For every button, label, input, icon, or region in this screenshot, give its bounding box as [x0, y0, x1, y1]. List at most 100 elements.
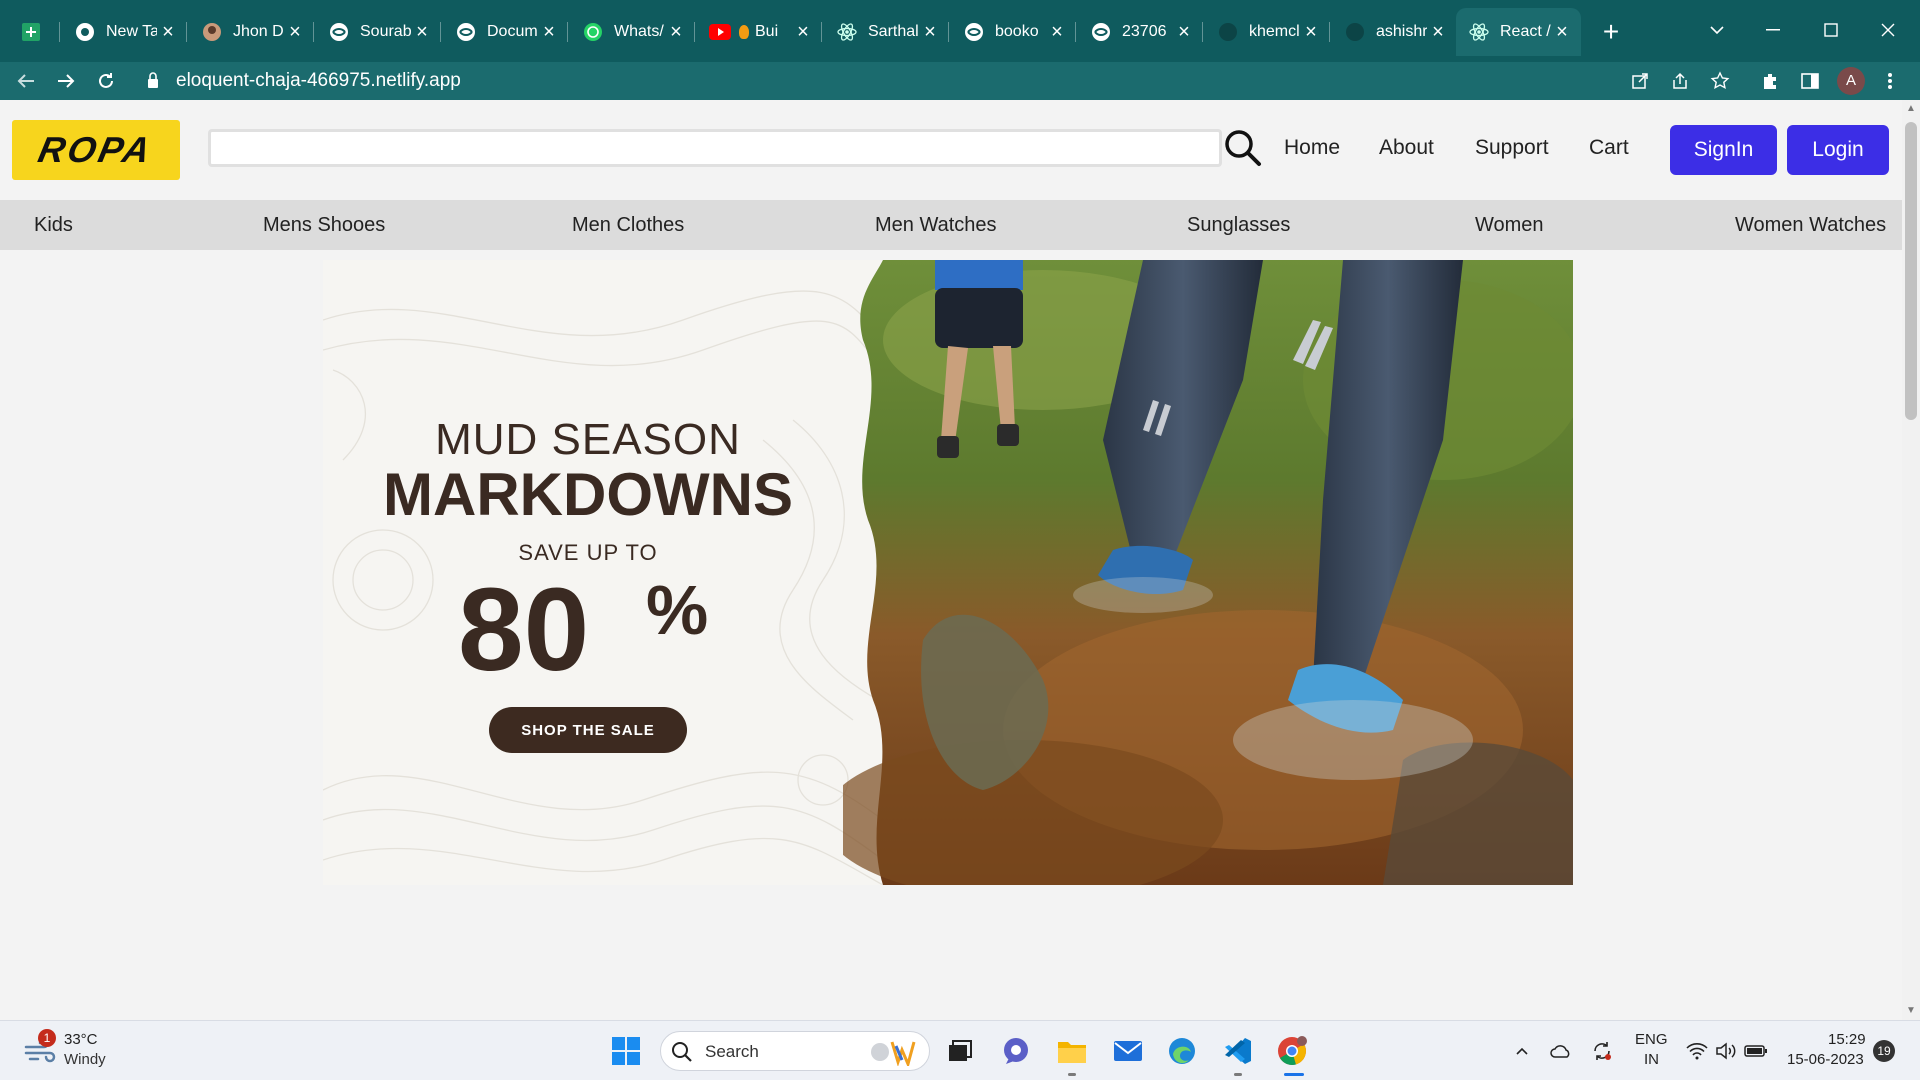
- mail-icon[interactable]: [1108, 1031, 1148, 1071]
- category-men-clothes[interactable]: Men Clothes: [572, 214, 684, 237]
- clock-time[interactable]: 15:29: [1828, 1031, 1866, 1048]
- edge-browser-icon[interactable]: [1162, 1031, 1202, 1071]
- bookmark-star-icon[interactable]: [1706, 67, 1734, 95]
- close-icon[interactable]: ×: [1173, 21, 1195, 43]
- tab-title: Docum: [487, 23, 538, 40]
- search-icon: [671, 1041, 693, 1063]
- globe-icon: [455, 21, 477, 43]
- login-button[interactable]: Login: [1787, 125, 1889, 175]
- taskbar-search[interactable]: Search: [660, 1031, 930, 1071]
- hero-title-line-2: MARKDOWNS: [383, 461, 793, 528]
- chevron-up-icon[interactable]: [1510, 1039, 1534, 1063]
- close-icon[interactable]: ×: [284, 21, 306, 43]
- scroll-up-icon[interactable]: ▲: [1906, 104, 1916, 114]
- category-kids[interactable]: Kids: [34, 214, 73, 237]
- close-icon[interactable]: ×: [1427, 21, 1449, 43]
- hero-photo: [843, 260, 1573, 885]
- forward-arrow-icon[interactable]: [51, 66, 81, 96]
- close-icon[interactable]: ×: [792, 21, 814, 43]
- profile-avatar[interactable]: A: [1837, 67, 1865, 95]
- browser-tab-active[interactable]: React / ×: [1456, 8, 1581, 56]
- close-icon[interactable]: ×: [919, 21, 941, 43]
- new-tab-button[interactable]: +: [1597, 18, 1625, 46]
- notification-badge[interactable]: 19: [1873, 1040, 1895, 1062]
- share-icon[interactable]: [1666, 67, 1694, 95]
- task-view-icon[interactable]: [940, 1031, 980, 1071]
- clock-date[interactable]: 15-06-2023: [1787, 1051, 1864, 1068]
- browser-tab[interactable]: Sarthal ×: [824, 8, 949, 56]
- category-women[interactable]: Women: [1475, 214, 1544, 237]
- file-explorer-icon[interactable]: [1052, 1031, 1092, 1071]
- category-women-watches[interactable]: Women Watches: [1735, 214, 1886, 237]
- close-icon[interactable]: ×: [411, 21, 433, 43]
- scrollbar-thumb[interactable]: [1905, 122, 1917, 420]
- nav-link-support[interactable]: Support: [1475, 136, 1549, 160]
- vscode-icon[interactable]: [1218, 1031, 1258, 1071]
- wifi-icon[interactable]: [1685, 1039, 1709, 1063]
- windows-taskbar: 1 33°C Windy Search ENG IN 15:29 15-06-2…: [0, 1020, 1920, 1080]
- hero-discount-number: 80: [458, 564, 590, 696]
- volume-icon[interactable]: [1714, 1039, 1738, 1063]
- windows-start-icon[interactable]: [606, 1031, 646, 1071]
- nav-link-cart[interactable]: Cart: [1589, 136, 1629, 160]
- window-close-icon[interactable]: [1868, 10, 1908, 50]
- close-icon[interactable]: ×: [157, 21, 179, 43]
- search-icon[interactable]: [1222, 127, 1264, 169]
- nav-link-about[interactable]: About: [1379, 136, 1434, 160]
- tab-title: 23706: [1122, 23, 1167, 40]
- language-indicator[interactable]: ENG: [1635, 1031, 1668, 1048]
- browser-tab[interactable]: Sourab ×: [316, 8, 441, 56]
- side-panel-icon[interactable]: [1796, 67, 1824, 95]
- extensions-icon[interactable]: [1756, 67, 1784, 95]
- tab-title: ashishr: [1376, 23, 1427, 40]
- onedrive-icon[interactable]: [1549, 1039, 1573, 1063]
- menu-kebab-icon[interactable]: [1876, 67, 1904, 95]
- tab-title: Bui: [755, 23, 779, 40]
- browser-tab[interactable]: [8, 8, 60, 56]
- reload-icon[interactable]: [91, 66, 121, 96]
- nav-link-home[interactable]: Home: [1284, 136, 1340, 160]
- weather-widget[interactable]: 1 33°C Windy: [0, 1021, 130, 1080]
- close-icon[interactable]: ×: [1046, 21, 1068, 43]
- open-in-app-icon[interactable]: [1626, 67, 1654, 95]
- browser-tab[interactable]: Whats/ ×: [570, 8, 695, 56]
- category-sunglasses[interactable]: Sunglasses: [1187, 214, 1290, 237]
- browser-tab[interactable]: Bui ×: [697, 8, 822, 56]
- browser-tab[interactable]: khemcl ×: [1205, 8, 1330, 56]
- browser-tab[interactable]: Docum ×: [443, 8, 568, 56]
- browser-tab[interactable]: 23706 ×: [1078, 8, 1203, 56]
- hero-text-panel: MUD SEASON MARKDOWNS SAVE UP TO 80 % SHO…: [323, 260, 883, 885]
- back-arrow-icon[interactable]: [11, 66, 41, 96]
- browser-tab[interactable]: New Ta ×: [62, 8, 187, 56]
- close-icon[interactable]: ×: [665, 21, 687, 43]
- close-icon[interactable]: ×: [1551, 21, 1573, 43]
- tab-title: Sourab: [360, 23, 411, 40]
- minimize-icon[interactable]: [1753, 10, 1793, 50]
- teams-chat-icon[interactable]: [996, 1031, 1036, 1071]
- close-icon[interactable]: ×: [1300, 21, 1322, 43]
- browser-tab[interactable]: booko ×: [951, 8, 1076, 56]
- taskbar-search-label: Search: [705, 1042, 759, 1061]
- category-mens-shoes[interactable]: Mens Shooes: [263, 214, 385, 237]
- browser-tab[interactable]: Jhon D ×: [189, 8, 314, 56]
- category-men-watches[interactable]: Men Watches: [875, 214, 997, 237]
- lock-icon[interactable]: [146, 71, 166, 91]
- sync-icon[interactable]: [1590, 1039, 1614, 1063]
- hero-banner[interactable]: MUD SEASON MARKDOWNS SAVE UP TO 80 % SHO…: [323, 260, 1573, 885]
- battery-icon[interactable]: [1744, 1039, 1768, 1063]
- maximize-icon[interactable]: [1811, 10, 1851, 50]
- address-bar[interactable]: eloquent-chaja-466975.netlify.app: [136, 64, 1636, 98]
- search-input[interactable]: [208, 129, 1222, 167]
- chrome-taskbar-icon[interactable]: [1272, 1031, 1312, 1071]
- signin-button[interactable]: SignIn: [1670, 125, 1777, 175]
- globe-icon: [328, 21, 350, 43]
- close-icon[interactable]: ×: [538, 21, 560, 43]
- site-logo[interactable]: ROPA: [12, 120, 180, 180]
- browser-tab[interactable]: ashishr ×: [1332, 8, 1457, 56]
- scroll-down-icon[interactable]: ▼: [1906, 1006, 1916, 1016]
- shop-the-sale-button[interactable]: SHOP THE SALE: [489, 707, 687, 753]
- tab-search-icon[interactable]: [1697, 10, 1737, 50]
- avatar-icon: [201, 21, 223, 43]
- page-scrollbar[interactable]: ▲ ▼: [1902, 100, 1920, 1020]
- github-icon: [1217, 21, 1239, 43]
